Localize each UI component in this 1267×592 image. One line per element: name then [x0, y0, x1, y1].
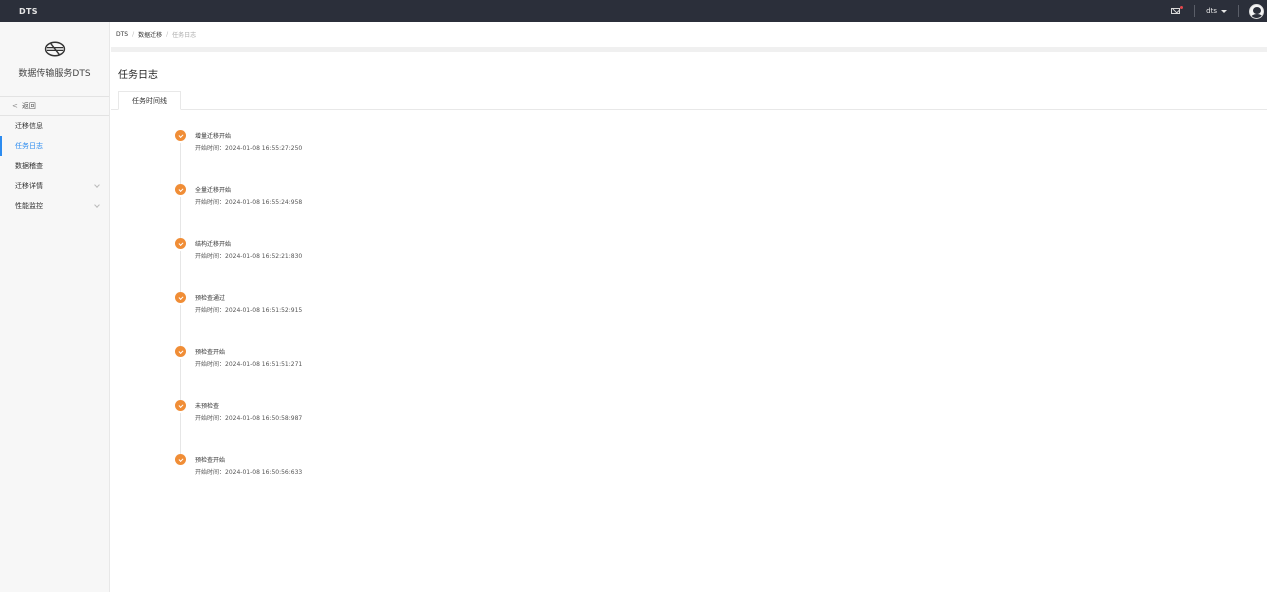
timeline-item: 增量迁移开始 开始时间：2024-01-08 16:55:27:250 — [175, 130, 475, 184]
tab-bar: 任务时间线 — [111, 91, 1267, 110]
time-value: 2024-01-08 16:55:27:250 — [225, 145, 303, 152]
check-circle-icon — [175, 400, 186, 411]
chevron-left-icon: < — [12, 102, 18, 110]
timeline-connector — [180, 305, 181, 346]
timeline-connector — [180, 413, 181, 454]
tab-timeline[interactable]: 任务时间线 — [118, 91, 181, 110]
sidebar-item-data-audit[interactable]: 数据稽查 — [0, 156, 109, 176]
sidebar-item-label: 任务日志 — [15, 142, 43, 150]
check-circle-icon — [175, 130, 186, 141]
chevron-down-icon — [94, 182, 100, 188]
time-prefix: 开始时间： — [195, 199, 226, 206]
timeline-event-time: 开始时间：2024-01-08 16:51:51:271 — [195, 359, 302, 368]
time-value: 2024-01-08 16:51:51:271 — [225, 361, 303, 368]
caret-down-icon — [1221, 9, 1227, 13]
time-prefix: 开始时间： — [195, 145, 226, 152]
timeline-event-time: 开始时间：2024-01-08 16:55:27:250 — [195, 143, 302, 152]
time-prefix: 开始时间： — [195, 307, 226, 314]
sidebar-item-migration-detail[interactable]: 迁移详情 — [0, 176, 109, 196]
time-prefix: 开始时间： — [195, 361, 226, 368]
sidebar-item-task-log[interactable]: 任务日志 — [0, 136, 109, 156]
breadcrumb-separator: / — [132, 31, 135, 38]
timeline-connector — [180, 143, 181, 184]
sidebar-title: 数据传输服务DTS — [18, 68, 91, 79]
top-navbar: DTS dts — [0, 0, 1267, 22]
timeline-connector — [180, 359, 181, 400]
timeline-item: 全量迁移开始 开始时间：2024-01-08 16:55:24:958 — [175, 184, 475, 238]
time-value: 2024-01-08 16:55:24:958 — [225, 199, 303, 206]
breadcrumb-separator: / — [166, 31, 169, 38]
chevron-down-icon — [94, 202, 100, 208]
breadcrumb: DTS / 数据迁移 / 任务日志 — [111, 22, 1267, 52]
sidebar-item-label: 迁移详情 — [15, 182, 43, 190]
time-prefix: 开始时间： — [195, 469, 226, 476]
time-value: 2024-01-08 16:50:56:633 — [225, 469, 303, 476]
sidebar: 数据传输服务DTS < 返回 迁移信息 任务日志 数据稽查 迁移详情 性能监控 — [0, 22, 110, 592]
brand-label[interactable]: DTS — [19, 7, 38, 16]
divider — [1194, 5, 1196, 17]
timeline-item: 预检查通过开始时间：2024-01-08 16:51:52:915 — [175, 292, 475, 346]
time-prefix: 开始时间： — [195, 415, 226, 422]
sidebar-item-performance[interactable]: 性能监控 — [0, 196, 109, 216]
timeline-event-title: 预检查开始 — [195, 349, 226, 356]
timeline-event-title: 增量迁移开始 — [195, 133, 232, 140]
username: dts — [1206, 7, 1217, 15]
timeline-item: 结构迁移开始 开始时间：2024-01-08 16:52:21:830 — [175, 238, 475, 292]
sidebar-header: 数据传输服务DTS — [0, 22, 109, 97]
timeline-event-time: 开始时间：2024-01-08 16:50:58:987 — [195, 413, 302, 422]
sidebar-item-label: 数据稽查 — [15, 162, 43, 170]
check-circle-icon — [175, 346, 186, 357]
time-value: 2024-01-08 16:52:21:830 — [225, 253, 303, 260]
check-circle-icon — [175, 292, 186, 303]
mail-icon[interactable] — [1171, 6, 1184, 14]
page-title: 任务日志 — [118, 70, 158, 81]
breadcrumb-mid[interactable]: 数据迁移 — [138, 30, 162, 39]
timeline-connector — [180, 251, 181, 292]
timeline-item: 未预检查开始时间：2024-01-08 16:50:58:987 — [175, 400, 475, 454]
timeline-item: 预检查开始开始时间：2024-01-08 16:50:56:633 — [175, 454, 475, 508]
check-circle-icon — [175, 184, 186, 195]
sidebar-item-label: 性能监控 — [15, 202, 43, 210]
check-circle-icon — [175, 238, 186, 249]
timeline-item: 预检查开始开始时间：2024-01-08 16:51:51:271 — [175, 346, 475, 400]
timeline-event-time: 开始时间：2024-01-08 16:51:52:915 — [195, 305, 302, 314]
breadcrumb-root[interactable]: DTS — [116, 31, 128, 38]
timeline-event-title: 预检查开始 — [195, 457, 226, 464]
timeline-event-time: 开始时间：2024-01-08 16:55:24:958 — [195, 197, 302, 206]
topbar-right: dts — [1171, 0, 1267, 22]
breadcrumb-current: 任务日志 — [172, 32, 197, 39]
check-circle-icon — [175, 454, 186, 465]
timeline-event-title: 结构迁移开始 — [195, 241, 232, 248]
timeline-event-time: 开始时间：2024-01-08 16:52:21:830 — [195, 251, 302, 260]
dts-logo-icon — [44, 41, 65, 56]
sidebar-item-migration-info[interactable]: 迁移信息 — [0, 116, 109, 136]
timeline-event-title: 预检查通过 — [195, 295, 226, 302]
timeline-connector — [180, 197, 181, 238]
timeline-event-title: 未预检查 — [195, 403, 220, 410]
timeline-event-time: 开始时间：2024-01-08 16:50:56:633 — [195, 467, 302, 476]
sidebar-item-label: 迁移信息 — [15, 122, 43, 130]
time-prefix: 开始时间： — [195, 253, 226, 260]
main-content: DTS / 数据迁移 / 任务日志 任务日志 任务时间线 增量迁移开始 开始时间：… — [111, 22, 1267, 592]
back-button[interactable]: < 返回 — [0, 97, 109, 116]
time-value: 2024-01-08 16:50:58:987 — [225, 415, 303, 422]
back-label: 返回 — [21, 102, 36, 110]
user-menu[interactable]: dts — [1206, 7, 1227, 15]
divider — [1238, 5, 1239, 17]
timeline-event-title: 全量迁移开始 — [195, 187, 232, 194]
avatar[interactable] — [1249, 3, 1264, 19]
time-value: 2024-01-08 16:51:52:915 — [225, 307, 303, 314]
notification-dot — [1180, 6, 1184, 9]
